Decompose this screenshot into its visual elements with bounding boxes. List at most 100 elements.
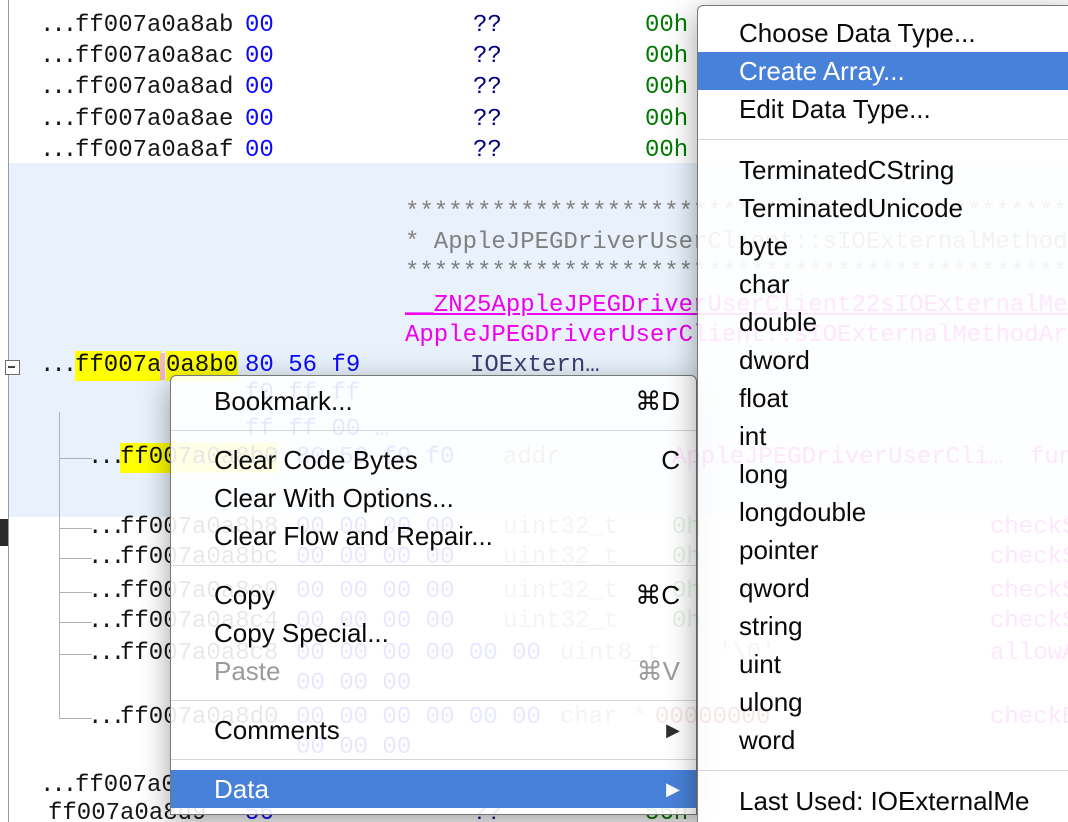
data-submenu-item-string[interactable]: string [698, 607, 1068, 645]
listing-cell-byte[interactable]: 00 [245, 105, 274, 135]
listing-cell-dots[interactable]: ... [40, 42, 74, 72]
menu-item-label: Copy Special... [214, 618, 389, 649]
menu-item-label: ulong [739, 687, 803, 718]
data-submenu-item-qword[interactable]: qword [698, 569, 1068, 607]
menu-item-label: pointer [739, 535, 819, 566]
menu-item-label: Data [214, 774, 269, 805]
listing-cell-byte[interactable]: 00 [245, 73, 274, 103]
data-submenu-item-word[interactable]: word [698, 721, 1068, 759]
listing-cell-addr[interactable]: ff007a0a8ad [75, 73, 233, 103]
listing-cell-dots[interactable]: ... [88, 543, 122, 573]
listing-cell-dots[interactable]: ... [40, 136, 74, 166]
listing-cursor [160, 353, 165, 380]
context-menu-separator [171, 759, 696, 760]
context-menu-item-clear-code-bytes[interactable]: Clear Code Bytes C [171, 441, 696, 479]
context-menu-item-copy[interactable]: Copy ⌘C [171, 576, 696, 614]
listing-cell-byte[interactable]: 00 [245, 136, 274, 166]
listing-cell-g[interactable]: 00h [645, 105, 688, 135]
data-submenu-item-double[interactable]: double [698, 303, 1068, 341]
data-submenu-item-float[interactable]: float [698, 379, 1068, 417]
data-submenu-item-pointer[interactable]: pointer [698, 531, 1068, 569]
context-menu-item-bookmark[interactable]: Bookmark...⌘D [171, 382, 696, 420]
listing-cell-q[interactable]: ?? [473, 105, 502, 135]
data-submenu-item-long[interactable]: long [698, 455, 1068, 493]
context-menu-item-clear-with-options[interactable]: Clear With Options... [171, 479, 696, 517]
listing-cell-g[interactable]: 00h [645, 42, 688, 72]
listing-cell-byte[interactable]: 00 [245, 11, 274, 41]
listing-cell-dots[interactable]: ... [88, 639, 122, 669]
menu-item-label: TerminatedCString [739, 155, 954, 186]
listing-cell-q[interactable]: ?? [473, 42, 502, 72]
menu-item-label: string [739, 611, 803, 642]
listing-cell-dots[interactable]: ... [40, 771, 74, 801]
menu-item-shortcut: ⌘C [635, 580, 680, 611]
menu-item-label: TerminatedUnicode [739, 193, 963, 224]
data-submenu-item-terminatedcstring[interactable]: TerminatedCString [698, 151, 1068, 189]
listing-cell-q[interactable]: ?? [473, 73, 502, 103]
data-submenu-item-ulong[interactable]: ulong [698, 683, 1068, 721]
listing-cell-g[interactable]: 00h [645, 136, 688, 166]
menu-item-label: long [739, 459, 788, 490]
data-submenu-item-longdouble[interactable]: longdouble [698, 493, 1068, 531]
listing-cell-hl[interactable]: ff007a [75, 351, 161, 381]
context-menu-item-copy-special[interactable]: Copy Special... [171, 614, 696, 652]
data-submenu-item-choose-data-type[interactable]: Choose Data Type... [698, 14, 1068, 52]
panel-drag-handle[interactable] [0, 519, 8, 546]
menu-item-label: double [739, 307, 817, 338]
data-submenu-item-terminatedunicode[interactable]: TerminatedUnicode [698, 189, 1068, 227]
menu-item-label: Clear Flow and Repair... [214, 521, 493, 552]
menu-item-label: word [739, 725, 795, 756]
data-submenu-item-edit-data-type[interactable]: Edit Data Type... [698, 90, 1068, 128]
listing-cell-byte[interactable]: 00 [245, 42, 274, 72]
listing-cell-addr[interactable]: ff007a0a8ab [75, 11, 233, 41]
menu-item-label: Copy [214, 580, 275, 611]
data-submenu-item-byte[interactable]: byte [698, 227, 1068, 265]
listing-cell-dots[interactable]: ... [88, 703, 122, 733]
listing-cell-g[interactable]: 00h [645, 73, 688, 103]
context-menu-item-paste[interactable]: Paste⌘V [171, 652, 696, 690]
menu-item-label: Clear With Options... [214, 483, 454, 514]
listing-cell-dots[interactable]: ... [88, 577, 122, 607]
listing-cell-dots[interactable]: ... [40, 105, 74, 135]
context-menu-item-data[interactable]: Data▶ [171, 770, 696, 808]
data-submenu-item-uint[interactable]: uint [698, 645, 1068, 683]
listing-cell-addr[interactable]: ff007a0a8ae [75, 105, 233, 135]
data-submenu-item-create-array[interactable]: Create Array... [698, 52, 1068, 90]
listing-cell-addr[interactable]: ff007a0a8ac [75, 42, 233, 72]
menu-item-label: Comments [214, 715, 340, 746]
data-type-submenu: Choose Data Type... Create Array...Edit D… [697, 5, 1068, 822]
context-menu-item-clear-flow-and-repair[interactable]: Clear Flow and Repair... [171, 517, 696, 555]
menu-item-label: Last Used: IOExternalMe [739, 786, 1029, 817]
menu-item-label: longdouble [739, 497, 866, 528]
menu-item-label: char [739, 269, 790, 300]
menu-item-label: uint [739, 649, 781, 680]
menu-item-label: Paste [214, 656, 281, 687]
data-submenu-item-int[interactable]: int [698, 417, 1068, 455]
listing-cell-addr[interactable]: ff007a0a8af [75, 136, 233, 166]
data-submenu-item-last-used-ioexternalme[interactable]: Last Used: IOExternalMe [698, 782, 1068, 820]
menu-item-label: Create Array... [739, 56, 905, 87]
menu-item-label: int [739, 421, 766, 452]
listing-cell-dots[interactable]: ... [88, 443, 122, 473]
listing-cell-q[interactable]: ?? [473, 11, 502, 41]
data-submenu-separator [698, 139, 1068, 140]
data-submenu-item-dword[interactable]: dword [698, 341, 1068, 379]
context-menu-item-comments[interactable]: Comments ▶ [171, 711, 696, 749]
listing-cell-dots[interactable]: ... [40, 351, 74, 381]
menu-item-shortcut: C [661, 445, 680, 476]
listing-cell-dots[interactable]: ... [88, 513, 122, 543]
menu-item-label: qword [739, 573, 810, 604]
data-submenu-item-char[interactable]: char [698, 265, 1068, 303]
listing-cell-g[interactable]: 00h [645, 11, 688, 41]
context-menu-separator [171, 565, 696, 566]
listing-cell-dots[interactable]: ... [88, 607, 122, 637]
listing-cell-q[interactable]: ?? [473, 136, 502, 166]
context-menu-separator [171, 700, 696, 701]
menu-item-label: Choose Data Type... [739, 18, 976, 49]
listing-screen: ...ff007a0a8ab00??00h...ff007a0a8ac00??0… [0, 0, 1068, 822]
listing-cell-dots[interactable]: ... [40, 73, 74, 103]
submenu-arrow-icon: ▶ [666, 720, 680, 741]
menu-item-label: Clear Code Bytes [214, 445, 418, 476]
context-menu: Bookmark...⌘D Clear Code Bytes C Clear With… [170, 375, 697, 815]
listing-cell-dots[interactable]: ... [40, 11, 74, 41]
